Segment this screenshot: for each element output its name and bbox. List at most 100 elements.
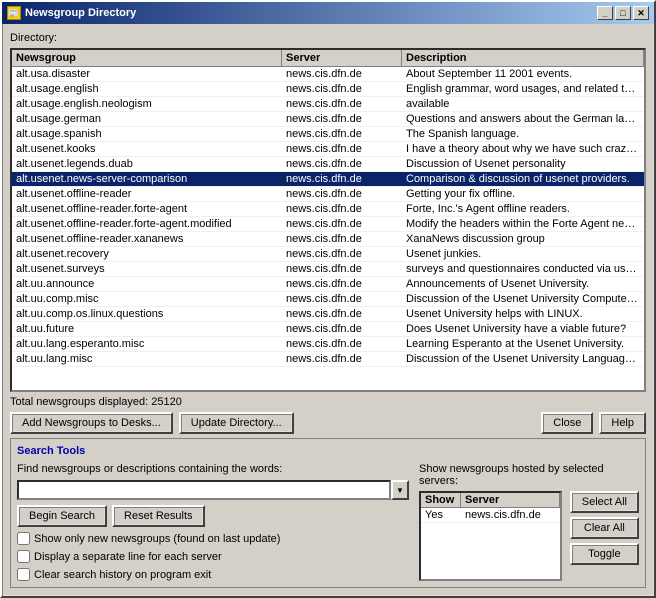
cell-newsgroup: alt.uu.announce (12, 277, 282, 291)
cell-description: surveys and questionnaires conducted via… (402, 262, 644, 276)
checkbox-clear-history-label: Clear search history on program exit (34, 569, 211, 581)
table-row[interactable]: alt.usage.english.neologism news.cis.dfn… (12, 97, 644, 112)
cell-server: news.cis.dfn.de (282, 97, 402, 111)
server-table-container: Show Server Yes news.cis.dfn.de (419, 491, 562, 581)
cell-newsgroup: alt.usage.english (12, 82, 282, 96)
cell-newsgroup: alt.usenet.kooks (12, 142, 282, 156)
server-col-show-header: Show (421, 493, 461, 507)
cell-description: Does Usenet University have a viable fut… (402, 322, 644, 336)
cell-newsgroup: alt.usenet.legends.duab (12, 157, 282, 171)
cell-server: news.cis.dfn.de (282, 142, 402, 156)
window-title: Newsgroup Directory (25, 7, 136, 19)
cell-newsgroup: alt.usage.english.neologism (12, 97, 282, 111)
cell-server: news.cis.dfn.de (282, 292, 402, 306)
cell-newsgroup: alt.uu.comp.os.linux.questions (12, 307, 282, 321)
table-row[interactable]: alt.uu.announce news.cis.dfn.de Announce… (12, 277, 644, 292)
newsgroup-table-container: Newsgroup Server Description alt.usa.dis… (10, 48, 646, 392)
cell-description: About September 11 2001 events. (402, 67, 644, 81)
cell-description: XanaNews discussion group (402, 232, 644, 246)
title-buttons: _ □ ✕ (597, 6, 649, 20)
cell-description: English grammar, word usages, and relate… (402, 82, 644, 96)
server-show-value: Yes (421, 508, 461, 522)
select-all-button[interactable]: Select All (570, 491, 639, 513)
server-row[interactable]: Yes news.cis.dfn.de (421, 508, 560, 523)
clear-all-button[interactable]: Clear All (570, 517, 639, 539)
checkbox-new-newsgroups: Show only new newsgroups (found on last … (17, 532, 409, 545)
search-left: Find newsgroups or descriptions containi… (17, 463, 409, 581)
table-row[interactable]: alt.uu.comp.os.linux.questions news.cis.… (12, 307, 644, 322)
cell-description: Discussion of the Usenet University Lang… (402, 352, 644, 366)
search-body: Find newsgroups or descriptions containi… (17, 463, 639, 581)
search-btn-row: Begin Search Reset Results (17, 505, 409, 527)
search-tools-title: Search Tools (17, 445, 639, 457)
checkbox-new-newsgroups-label: Show only new newsgroups (found on last … (34, 533, 280, 545)
cell-server: news.cis.dfn.de (282, 157, 402, 171)
cell-newsgroup: alt.usenet.offline-reader (12, 187, 282, 201)
table-body[interactable]: alt.usa.disaster news.cis.dfn.de About S… (12, 67, 644, 390)
cell-description: Usenet University helps with LINUX. (402, 307, 644, 321)
cell-server: news.cis.dfn.de (282, 232, 402, 246)
col-header-server[interactable]: Server (282, 50, 402, 66)
cell-description: Forte, Inc.'s Agent offline readers. (402, 202, 644, 216)
server-section-label: Show newsgroups hosted by selected serve… (419, 463, 639, 487)
cell-server: news.cis.dfn.de (282, 337, 402, 351)
search-right: Show newsgroups hosted by selected serve… (419, 463, 639, 581)
server-right-buttons: Select All Clear All Toggle (566, 491, 639, 581)
cell-newsgroup: alt.usenet.offline-reader.xananews (12, 232, 282, 246)
cell-server: news.cis.dfn.de (282, 277, 402, 291)
table-row[interactable]: alt.uu.lang.esperanto.misc news.cis.dfn.… (12, 337, 644, 352)
minimize-button[interactable]: _ (597, 6, 613, 20)
help-button[interactable]: Help (599, 412, 646, 434)
table-row[interactable]: alt.usenet.offline-reader.xananews news.… (12, 232, 644, 247)
table-row[interactable]: alt.usenet.surveys news.cis.dfn.de surve… (12, 262, 644, 277)
checkbox-new-newsgroups-input[interactable] (17, 532, 30, 545)
cell-newsgroup: alt.usenet.surveys (12, 262, 282, 276)
table-row[interactable]: alt.usenet.offline-reader news.cis.dfn.d… (12, 187, 644, 202)
cell-description: Modify the headers within the Forte Agen… (402, 217, 644, 231)
table-row[interactable]: alt.usenet.recovery news.cis.dfn.de Usen… (12, 247, 644, 262)
cell-newsgroup: alt.usenet.news-server-comparison (12, 172, 282, 186)
reset-results-button[interactable]: Reset Results (112, 505, 204, 527)
table-row[interactable]: alt.uu.lang.misc news.cis.dfn.de Discuss… (12, 352, 644, 367)
table-row[interactable]: alt.usage.english news.cis.dfn.de Englis… (12, 82, 644, 97)
table-row[interactable]: alt.usa.disaster news.cis.dfn.de About S… (12, 67, 644, 82)
checkbox-separate-line-label: Display a separate line for each server (34, 551, 222, 563)
cell-description: Comparison & discussion of usenet provid… (402, 172, 644, 186)
cell-description: I have a theory about why we have such c… (402, 142, 644, 156)
table-row[interactable]: alt.usenet.offline-reader.forte-agent.mo… (12, 217, 644, 232)
table-row[interactable]: alt.uu.future news.cis.dfn.de Does Usene… (12, 322, 644, 337)
cell-server: news.cis.dfn.de (282, 262, 402, 276)
table-row[interactable]: alt.usenet.news-server-comparison news.c… (12, 172, 644, 187)
table-row[interactable]: alt.usenet.kooks news.cis.dfn.de I have … (12, 142, 644, 157)
add-newsgroups-button[interactable]: Add Newsgroups to Desks... (10, 412, 173, 434)
cell-server: news.cis.dfn.de (282, 127, 402, 141)
table-row[interactable]: alt.usage.german news.cis.dfn.de Questio… (12, 112, 644, 127)
main-window: 📰 Newsgroup Directory _ □ ✕ Directory: N… (0, 0, 656, 598)
close-button[interactable]: Close (541, 412, 593, 434)
window-close-button[interactable]: ✕ (633, 6, 649, 20)
search-dropdown-button[interactable]: ▼ (391, 480, 409, 500)
update-directory-button[interactable]: Update Directory... (179, 412, 294, 434)
table-row[interactable]: alt.uu.comp.misc news.cis.dfn.de Discuss… (12, 292, 644, 307)
cell-newsgroup: alt.uu.lang.misc (12, 352, 282, 366)
cell-description: Learning Esperanto at the Usenet Univers… (402, 337, 644, 351)
col-header-description[interactable]: Description (402, 50, 644, 66)
toggle-button[interactable]: Toggle (570, 543, 639, 565)
table-row[interactable]: alt.usenet.legends.duab news.cis.dfn.de … (12, 157, 644, 172)
cell-server: news.cis.dfn.de (282, 172, 402, 186)
col-header-newsgroup[interactable]: Newsgroup (12, 50, 282, 66)
cell-description: The Spanish language. (402, 127, 644, 141)
cell-server: news.cis.dfn.de (282, 112, 402, 126)
server-area: Show Server Yes news.cis.dfn.de Select A… (419, 491, 639, 581)
cell-newsgroup: alt.uu.lang.esperanto.misc (12, 337, 282, 351)
cell-description: Questions and answers about the German l… (402, 112, 644, 126)
table-row[interactable]: alt.usage.spanish news.cis.dfn.de The Sp… (12, 127, 644, 142)
cell-newsgroup: alt.usenet.offline-reader.forte-agent (12, 202, 282, 216)
cell-server: news.cis.dfn.de (282, 187, 402, 201)
maximize-button[interactable]: □ (615, 6, 631, 20)
table-row[interactable]: alt.usenet.offline-reader.forte-agent ne… (12, 202, 644, 217)
checkbox-separate-line-input[interactable] (17, 550, 30, 563)
search-input[interactable] (17, 480, 391, 500)
checkbox-clear-history-input[interactable] (17, 568, 30, 581)
begin-search-button[interactable]: Begin Search (17, 505, 107, 527)
